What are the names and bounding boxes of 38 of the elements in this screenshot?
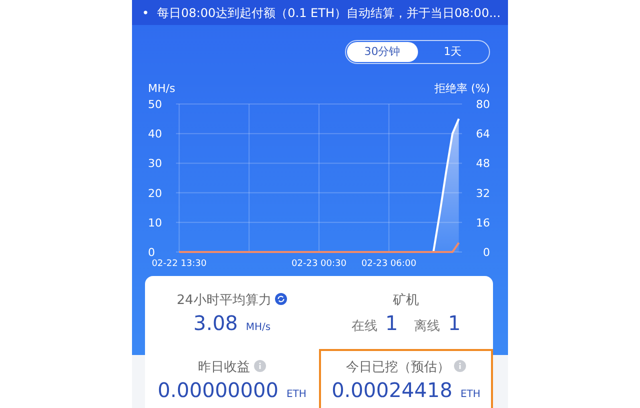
stat-label: 矿机: [393, 293, 419, 308]
axis-tick-label: 02-23 06:00: [361, 259, 416, 269]
notice-text: 每日08:00达到起付额（0.1 ETH）自动结算，并于当日08:00...: [157, 4, 501, 22]
stat-label: 24小时平均算力: [176, 293, 272, 308]
stat-label: 今日已挖（预估）: [346, 360, 450, 375]
unit-label: ETH: [460, 388, 480, 402]
axis-tick-label: 64: [476, 128, 490, 141]
axis-tick-label: 40: [148, 128, 162, 141]
axis-tick-label: 80: [476, 98, 490, 111]
axis-tick-label: 02-22 13:30: [152, 259, 207, 269]
bullet-icon: •: [142, 4, 150, 22]
axis-tick-label: 30: [148, 157, 162, 170]
axis-tick-label: 32: [476, 186, 490, 200]
unit-label: MH/s: [246, 321, 271, 335]
stat-value: 1: [448, 311, 461, 335]
range-tab[interactable]: 1天: [418, 42, 488, 62]
axis-title: 拒绝率 (%): [434, 82, 490, 95]
stat-value: 0.00024418: [332, 378, 452, 402]
info-icon: [254, 360, 266, 372]
stat-value: 3.08: [193, 311, 238, 335]
stat-label: 离线: [414, 318, 440, 336]
axis-tick-label: 16: [476, 216, 490, 230]
axis-tick-label: 0: [148, 246, 155, 259]
unit-label: ETH: [286, 388, 306, 402]
axis-tick-label: 10: [148, 216, 162, 230]
axis-tick-label: 50: [148, 98, 162, 111]
stat-value: 0.00000000: [158, 378, 278, 402]
stat-value: 1: [385, 311, 398, 335]
axis-tick-label: 20: [148, 186, 162, 200]
axis-tick-label: 48: [476, 157, 490, 170]
refresh-icon: [275, 293, 288, 305]
range-tab[interactable]: 30分钟: [347, 42, 418, 62]
axis-tick-label: 02-23 00:30: [292, 259, 346, 269]
info-icon: [454, 360, 466, 372]
axis-tick-label: 0: [483, 246, 490, 259]
stat-label: 昨日收益: [198, 360, 250, 375]
axis-title: MH/s: [148, 82, 176, 95]
stat-label: 在线: [351, 318, 378, 336]
